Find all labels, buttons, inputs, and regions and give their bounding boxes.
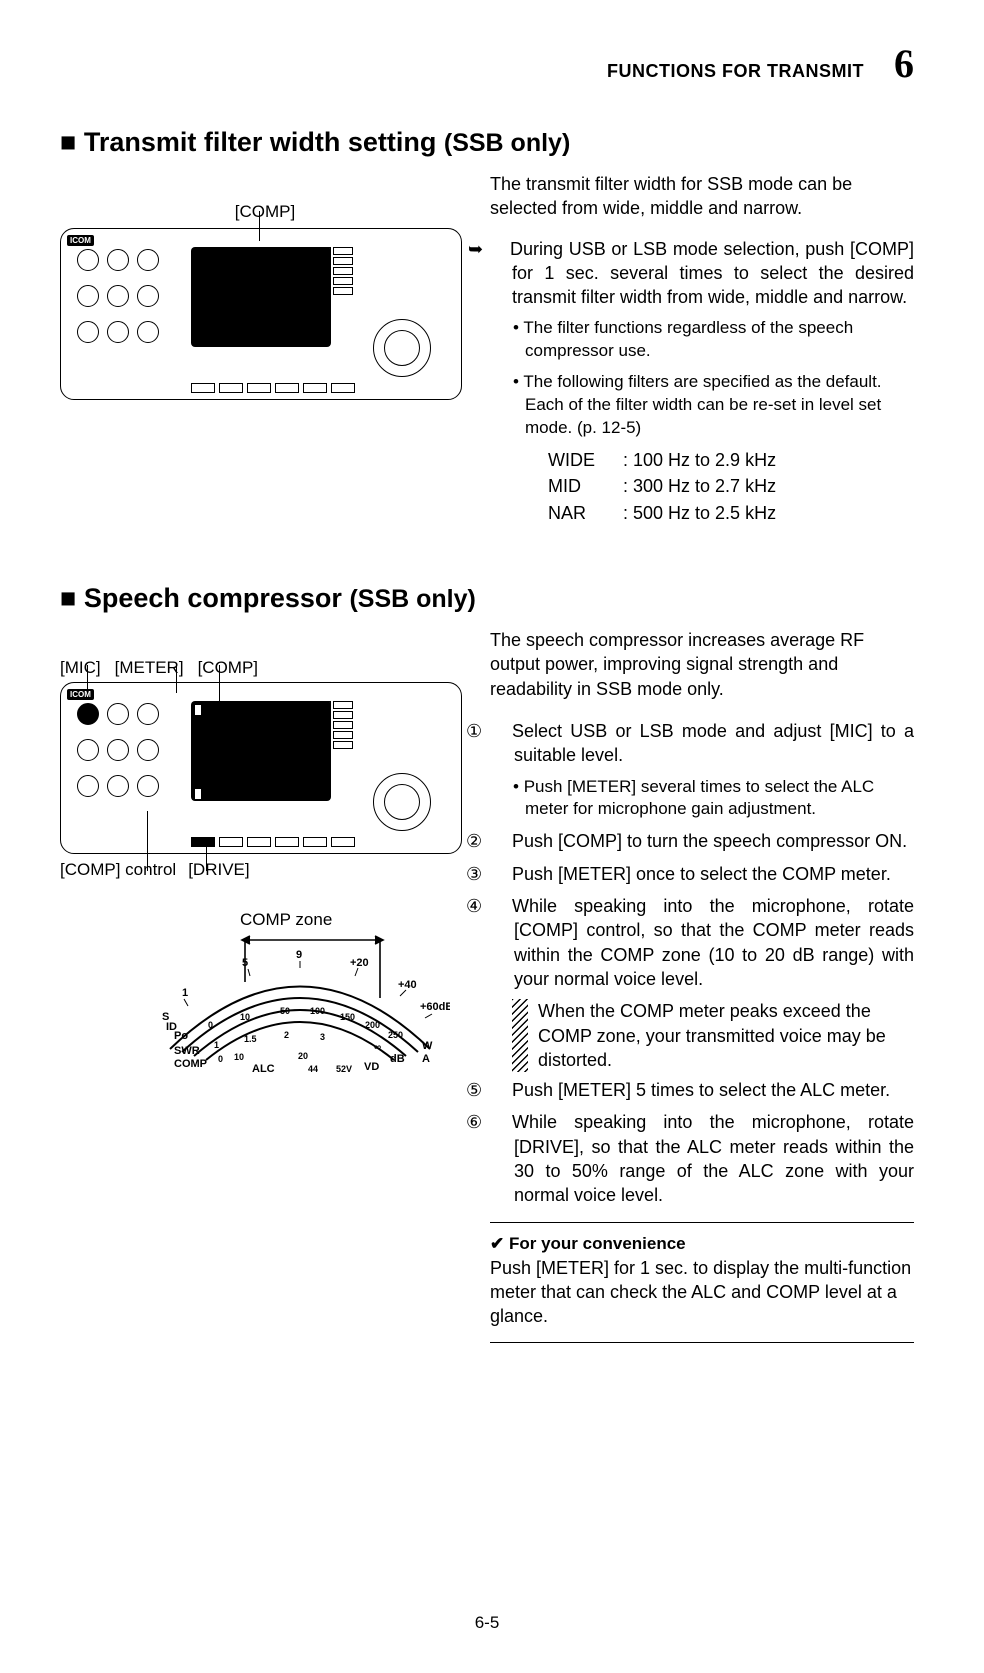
header-chapter-number: 6 bbox=[894, 40, 914, 87]
label-meter: [METER] bbox=[115, 658, 184, 678]
section1-bullet1: • The filter functions regardless of the… bbox=[490, 317, 914, 363]
section1-step: ➥During USB or LSB mode selection, push … bbox=[490, 237, 914, 310]
svg-text:0: 0 bbox=[218, 1054, 223, 1064]
section1-radio-panel: ICOM bbox=[60, 228, 462, 400]
section2-title-main: Speech compressor bbox=[84, 583, 342, 613]
step-3: ③Push [METER] once to select the COMP me… bbox=[490, 862, 914, 886]
svg-text:150: 150 bbox=[340, 1012, 355, 1022]
section1-intro: The transmit filter width for SSB mode c… bbox=[490, 172, 914, 221]
svg-text:10: 10 bbox=[240, 1012, 250, 1022]
svg-text:20: 20 bbox=[298, 1051, 308, 1061]
section1-title: ■ Transmit filter width setting (SSB onl… bbox=[60, 127, 914, 158]
comp-meter-figure: COMP zone bbox=[150, 910, 470, 1080]
step-4: ④While speaking into the microphone, rot… bbox=[490, 894, 914, 991]
label-comp-control: [COMP] control bbox=[60, 860, 176, 880]
svg-text:44: 44 bbox=[308, 1064, 318, 1074]
svg-text:1: 1 bbox=[214, 1040, 219, 1050]
section2-intro: The speech compressor increases average … bbox=[490, 628, 914, 701]
svg-text:0: 0 bbox=[208, 1020, 213, 1030]
filter-row-nar: NAR : 500 Hz to 2.5 kHz bbox=[490, 501, 914, 525]
arrow-icon: ➥ bbox=[490, 237, 510, 261]
step-6: ⑥While speaking into the microphone, rot… bbox=[490, 1110, 914, 1207]
section2-title-sub: (SSB only) bbox=[349, 585, 475, 613]
label-swr: SWR bbox=[174, 1045, 200, 1057]
section2-panel-bottom-labels: [COMP] control [DRIVE] bbox=[60, 860, 470, 880]
svg-text:52V 0: 52V 0 5 10 15 bbox=[336, 1064, 352, 1074]
page-number: 6-5 bbox=[60, 1613, 914, 1633]
label-mic: [MIC] bbox=[60, 658, 101, 678]
divider bbox=[490, 1222, 914, 1223]
svg-text:2: 2 bbox=[284, 1030, 289, 1040]
label-drive: [DRIVE] bbox=[188, 860, 249, 880]
svg-text:3: 3 bbox=[320, 1032, 325, 1042]
svg-text:250: 250 bbox=[388, 1030, 403, 1040]
convenience-title: ✔ For your convenience bbox=[490, 1233, 914, 1256]
header-section-title: FUNCTIONS FOR TRANSMIT bbox=[607, 61, 864, 82]
section1-title-sub: (SSB only) bbox=[444, 129, 570, 157]
filter-row-wide: WIDE : 100 Hz to 2.9 kHz bbox=[490, 448, 914, 472]
section1-bullet2: • The following filters are specified as… bbox=[490, 371, 914, 440]
comp-zone-label: COMP zone bbox=[240, 910, 332, 930]
svg-text:1.5: 1.5 bbox=[244, 1034, 257, 1044]
section1-panel-label-comp: [COMP] bbox=[60, 202, 470, 222]
label-comp: [COMP] bbox=[198, 658, 258, 678]
page-header: FUNCTIONS FOR TRANSMIT 6 bbox=[60, 40, 914, 87]
note-comp-zone: When the COMP meter peaks exceed the COM… bbox=[512, 999, 914, 1072]
svg-text:50: 50 bbox=[280, 1006, 290, 1016]
step-1-sub: • Push [METER] several times to select t… bbox=[490, 776, 914, 822]
step-1: ①Select USB or LSB mode and adjust [MIC]… bbox=[490, 719, 914, 768]
label-comp: COMP bbox=[174, 1058, 207, 1070]
tick-60: +60dB bbox=[420, 1001, 450, 1013]
tick-9: 9 bbox=[296, 949, 302, 961]
section1-marker: ■ bbox=[60, 127, 76, 157]
icom-badge: ICOM bbox=[67, 235, 94, 246]
convenience-body: Push [METER] for 1 sec. to display the m… bbox=[490, 1256, 914, 1329]
step-5: ⑤Push [METER] 5 times to select the ALC … bbox=[490, 1078, 914, 1102]
label-a: A bbox=[422, 1053, 430, 1065]
section2-radio-panel: ICOM bbox=[60, 682, 462, 854]
section2-panel-top-labels: [MIC] [METER] [COMP] bbox=[60, 658, 470, 678]
tick-20: +20 bbox=[350, 957, 369, 969]
label-alc: ALC bbox=[252, 1063, 275, 1075]
hatch-icon bbox=[512, 999, 528, 1072]
svg-text:∞: ∞ bbox=[374, 1042, 381, 1053]
svg-text:200: 200 bbox=[365, 1020, 380, 1030]
label-vd: VD bbox=[364, 1061, 379, 1073]
icom-badge: ICOM bbox=[67, 689, 94, 700]
svg-text:100: 100 bbox=[310, 1006, 325, 1016]
label-w: W bbox=[422, 1040, 433, 1052]
tick-40: +40 bbox=[398, 979, 417, 991]
section2-marker: ■ bbox=[60, 583, 76, 613]
divider bbox=[490, 1342, 914, 1343]
section2-title: ■ Speech compressor (SSB only) bbox=[60, 583, 914, 614]
tick-5: 5 bbox=[242, 957, 248, 969]
label-id: ID bbox=[166, 1021, 177, 1033]
filter-row-mid: MID : 300 Hz to 2.7 kHz bbox=[490, 474, 914, 498]
svg-text:10: 10 bbox=[234, 1052, 244, 1062]
label-db: dB bbox=[390, 1053, 405, 1065]
tick-1: 1 bbox=[182, 987, 188, 999]
section1-title-main: Transmit filter width setting bbox=[84, 127, 437, 157]
step-2: ②Push [COMP] to turn the speech compress… bbox=[490, 829, 914, 853]
